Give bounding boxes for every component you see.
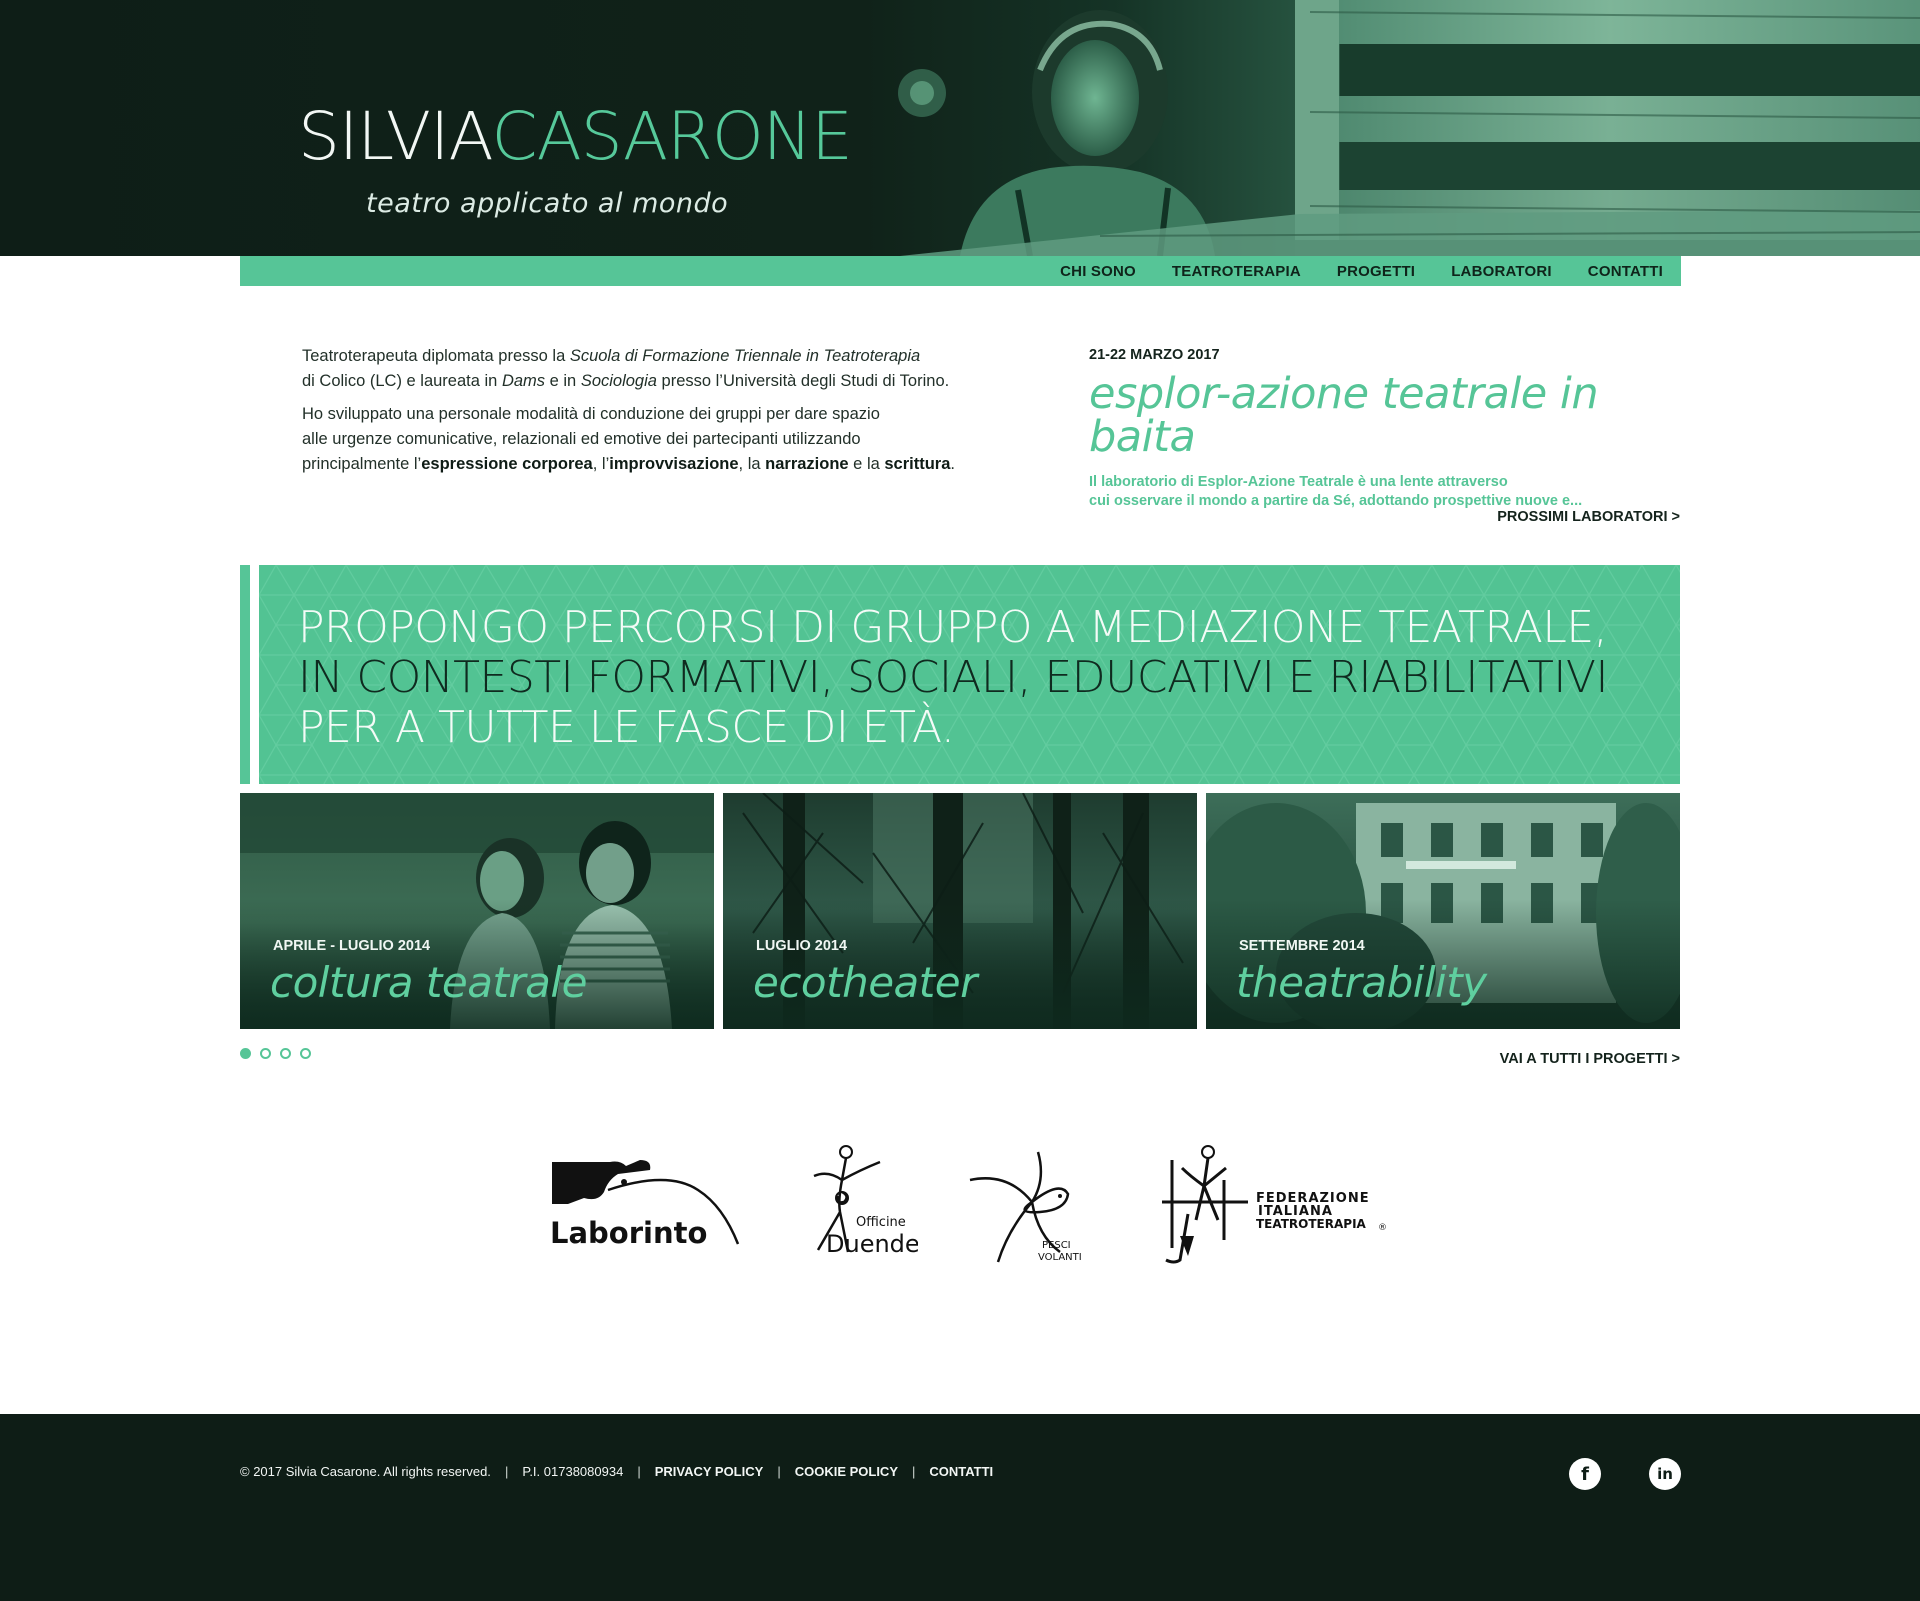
mission-line-2: IN CONTESTI FORMATIVI, SOCIALI, EDUCATIV… xyxy=(298,652,1608,703)
fit-logo: FEDERAZIONE ITALIANA TEATROTERAPIA ® xyxy=(1162,1145,1387,1264)
linkedin-icon[interactable]: in xyxy=(1649,1458,1681,1490)
intro-text-fragment: presso l’Università degli Studi di Torin… xyxy=(656,372,950,390)
intro-keyword: scrittura xyxy=(884,455,951,473)
project-title: theatrability xyxy=(1236,958,1487,1007)
intro-text-fragment: Teatroterapeuta diplomata presso la xyxy=(302,347,570,365)
tagline: teatro applicato al mondo xyxy=(366,188,729,219)
partner-laborinto[interactable]: Laborinto xyxy=(548,1140,748,1270)
cookie-policy-link[interactable]: COOKIE POLICY xyxy=(795,1464,898,1479)
partner-officine-duende[interactable]: Officine Duende xyxy=(798,1140,920,1270)
project-date: LUGLIO 2014 xyxy=(756,938,848,954)
mission-banner: PROPONGO PERCORSI DI GRUPPO A MEDIAZIONE… xyxy=(259,565,1680,784)
intro-keyword: espressione corporea xyxy=(421,455,593,473)
nav-item-progetti[interactable]: PROGETTI xyxy=(1337,263,1415,280)
fit-registered-mark: ® xyxy=(1378,1223,1387,1233)
intro-text-fragment: principalmente l’ xyxy=(302,455,422,473)
pesci-volanti-logo: PESCI VOLANTI xyxy=(969,1151,1082,1263)
hero-photo xyxy=(898,0,1920,256)
intro-text-fragment: Ho sviluppato una personale modalità di … xyxy=(302,405,880,423)
intro-school-name: Scuola di Formazione Triennale in Teatro… xyxy=(569,347,921,365)
nav-item-contatti[interactable]: CONTATTI xyxy=(1588,263,1663,280)
banner-accent-bar xyxy=(240,565,250,784)
nav-item-laboratori[interactable]: LABORATORI xyxy=(1451,263,1552,280)
project-date: APRILE - LUGLIO 2014 xyxy=(273,938,431,954)
intro-keyword: narrazione xyxy=(765,455,849,473)
intro-text-fragment: di Colico (LC) e laureata in xyxy=(302,372,502,390)
site-logo[interactable]: SILVIACASARONE xyxy=(298,104,853,170)
intro-keyword: improvvisazione xyxy=(609,455,739,473)
duende-label: Duende xyxy=(826,1230,918,1258)
brand-last-name: CASARONE xyxy=(491,98,852,175)
project-date: SETTEMBRE 2014 xyxy=(1239,938,1365,954)
officine-duende-logo: Officine Duende xyxy=(813,1145,920,1258)
intro-text: Teatroterapeuta diplomata presso la Scuo… xyxy=(302,344,992,485)
main-nav: CHI SONO TEATROTERAPIA PROGETTI LABORATO… xyxy=(240,256,1681,286)
intro-text-fragment: e la xyxy=(848,455,885,473)
nav-item-teatroterapia[interactable]: TEATROTERAPIA xyxy=(1172,263,1301,280)
carousel-dot-3[interactable] xyxy=(280,1048,291,1059)
footer-contatti-link[interactable]: CONTATTI xyxy=(929,1464,993,1479)
nav-item-chi-sono[interactable]: CHI SONO xyxy=(1060,263,1136,280)
intro-text-fragment: . xyxy=(950,455,955,473)
footer-separator: | xyxy=(504,1464,509,1479)
footer-links: © 2017 Silvia Casarone. All rights reser… xyxy=(240,1464,993,1479)
intro-text-fragment: , l’ xyxy=(592,455,610,473)
event-date: 21-22 MARZO 2017 xyxy=(1089,347,1220,363)
vat-number: P.I. 01738080934 xyxy=(522,1464,624,1479)
project-title: coltura teatrale xyxy=(270,958,587,1007)
carousel-pagination xyxy=(240,1048,311,1059)
carousel-dot-2[interactable] xyxy=(260,1048,271,1059)
carousel-dot-1[interactable] xyxy=(240,1048,251,1059)
project-title: ecotheater xyxy=(753,958,977,1007)
copyright-text: © 2017 Silvia Casarone. All rights reser… xyxy=(240,1464,491,1479)
featured-event: 21-22 MARZO 2017 esplor-azione teatrale … xyxy=(1089,347,1689,511)
intro-text-fragment: alle urgenze comunicative, relazionali e… xyxy=(302,430,861,448)
mission-line-1: PROPONGO PERCORSI DI GRUPPO A MEDIAZIONE… xyxy=(298,602,1608,653)
privacy-policy-link[interactable]: PRIVACY POLICY xyxy=(655,1464,764,1479)
footer-separator: | xyxy=(777,1464,781,1479)
event-title-link[interactable]: esplor-azione teatrale in baita xyxy=(1089,373,1689,459)
intro-paragraph-2: Ho sviluppato una personale modalità di … xyxy=(302,402,992,477)
facebook-glyph: f xyxy=(1581,1463,1589,1485)
event-description-line: Il laboratorio di Esplor-Azione Teatrale… xyxy=(1089,474,1508,490)
mission-statement: PROPONGO PERCORSI DI GRUPPO A MEDIAZIONE… xyxy=(298,603,1608,753)
intro-text-fragment: e in xyxy=(545,372,581,390)
brand-first-name: SILVIA xyxy=(298,98,492,175)
upcoming-workshops-link[interactable]: PROSSIMI LABORATORI > xyxy=(1497,509,1680,525)
laborinto-wordmark: Laborinto xyxy=(550,1216,707,1250)
laborinto-logo: Laborinto xyxy=(550,1160,740,1250)
pesci-label: PESCI xyxy=(1042,1240,1071,1251)
projects-carousel: APRILE - LUGLIO 2014 coltura teatrale LU… xyxy=(240,793,1681,1029)
site-footer: © 2017 Silvia Casarone. All rights reser… xyxy=(0,1414,1920,1601)
volanti-label: VOLANTI xyxy=(1038,1252,1082,1263)
footer-separator: | xyxy=(637,1464,641,1479)
carousel-dot-4[interactable] xyxy=(300,1048,311,1059)
officine-label: Officine xyxy=(856,1215,906,1230)
event-description: Il laboratorio di Esplor-Azione Teatrale… xyxy=(1089,473,1689,511)
event-description-line: cui osservare il mondo a partire da Sé, … xyxy=(1089,493,1583,509)
all-projects-link[interactable]: VAI A TUTTI I PROGETTI > xyxy=(1500,1051,1680,1067)
project-card-ecotheater[interactable]: LUGLIO 2014 ecotheater xyxy=(723,793,1197,1029)
hero-header: SILVIACASARONE teatro applicato al mondo xyxy=(0,0,1920,256)
partner-pesci-volanti[interactable]: PESCI VOLANTI xyxy=(968,1140,1088,1270)
footer-separator: | xyxy=(912,1464,916,1479)
intro-text-fragment: , la xyxy=(738,455,766,473)
partner-logos: Laborinto Officine Duende PESCI VOLANTI … xyxy=(548,1140,1388,1270)
intro-sociologia: Sociologia xyxy=(580,372,657,390)
partner-federazione-teatroterapia[interactable]: FEDERAZIONE ITALIANA TEATROTERAPIA ® xyxy=(1158,1140,1388,1270)
project-card-theatrability[interactable]: SETTEMBRE 2014 theatrability xyxy=(1206,793,1680,1029)
project-card-coltura-teatrale[interactable]: APRILE - LUGLIO 2014 coltura teatrale xyxy=(240,793,714,1029)
facebook-icon[interactable]: f xyxy=(1569,1458,1601,1490)
intro-paragraph-1: Teatroterapeuta diplomata presso la Scuo… xyxy=(302,344,992,394)
fit-line-3: TEATROTERAPIA xyxy=(1256,1217,1367,1231)
mission-line-3: PER A TUTTE LE FASCE DI ETÀ. xyxy=(298,702,955,753)
intro-dams: Dams xyxy=(501,372,546,390)
linkedin-glyph: in xyxy=(1657,1465,1673,1483)
